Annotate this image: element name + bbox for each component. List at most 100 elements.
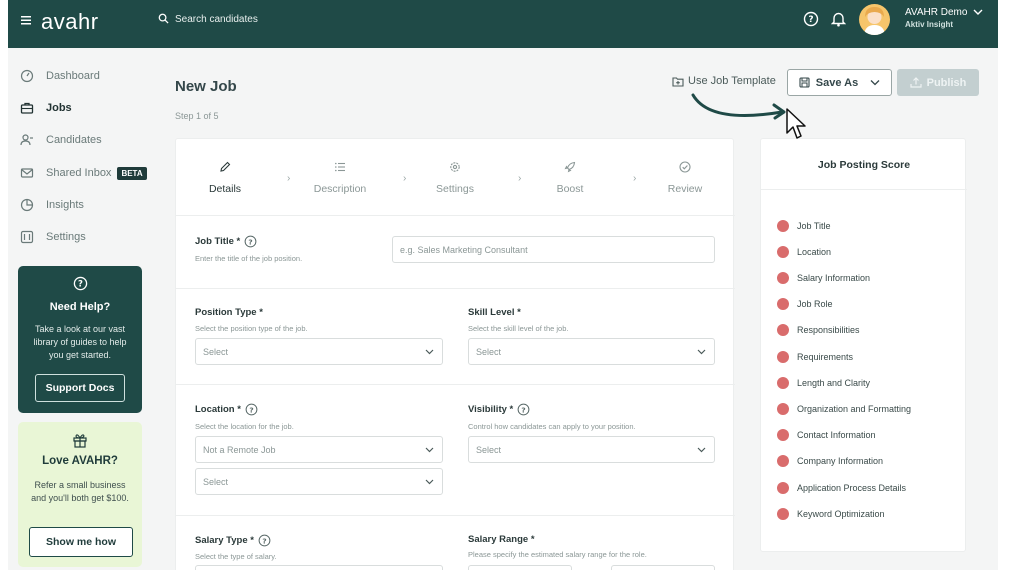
dashboard-icon <box>20 69 34 83</box>
mouse-cursor-icon <box>786 108 806 139</box>
tab-description[interactable]: Description <box>300 161 380 195</box>
status-dot <box>777 324 789 336</box>
salary-max-input[interactable] <box>611 565 715 570</box>
score-item-label: Responsibilities <box>797 325 860 335</box>
chevron-down-icon <box>697 349 706 355</box>
status-dot <box>777 482 789 494</box>
save-as-label: Save As <box>815 76 859 89</box>
score-item: Keyword Optimization <box>777 508 885 520</box>
briefcase-icon <box>20 102 34 114</box>
chevron-down-icon <box>425 349 434 355</box>
job-form-card: Details › Description › Settings › Boost… <box>175 138 735 570</box>
list-icon <box>335 162 345 172</box>
referral-body: Refer a small business and you'll both g… <box>31 480 129 503</box>
search-input[interactable]: Search candidates <box>175 14 258 25</box>
salary-range-help: Please specify the estimated salary rang… <box>468 550 647 559</box>
sidebar: Dashboard Jobs Candidates Shared Inbox B… <box>8 48 154 570</box>
visibility-value: Select <box>476 444 502 455</box>
job-title-input[interactable]: e.g. Sales Marketing Consultant <box>392 236 715 263</box>
step-separator: › <box>633 173 637 184</box>
salary-type-help: Select the type of salary. <box>195 552 277 561</box>
user-name[interactable]: AVAHR Demo <box>905 7 967 18</box>
status-dot <box>777 246 789 258</box>
sidebar-item-insights[interactable]: Insights <box>20 195 84 215</box>
help-circle-icon[interactable]: ? <box>245 403 258 416</box>
location-label: Location * ? <box>195 403 258 416</box>
score-item-label: Organization and Formatting <box>797 404 912 414</box>
job-title-help: Enter the title of the job position. <box>195 254 303 263</box>
visibility-select[interactable]: Select <box>468 436 715 463</box>
position-type-label-text: Position Type * <box>195 307 263 318</box>
tab-boost[interactable]: Boost <box>530 161 610 195</box>
upload-icon <box>910 77 922 88</box>
help-circle-icon[interactable]: ? <box>517 403 530 416</box>
publish-button[interactable]: Publish <box>897 69 979 96</box>
position-type-value: Select <box>203 346 229 357</box>
position-type-label: Position Type * <box>195 307 263 318</box>
referral-title: Love AVAHR? <box>42 455 118 467</box>
status-dot <box>777 429 789 441</box>
location-detail-value: Select <box>203 476 229 487</box>
tab-label: Details <box>208 183 242 195</box>
tab-label: Boost <box>556 183 584 195</box>
page-title: New Job <box>175 78 237 95</box>
save-as-button[interactable]: Save As <box>787 69 892 96</box>
chevron-down-icon <box>425 479 434 485</box>
score-item-label: Contact Information <box>797 430 876 440</box>
tab-label: Review <box>667 183 703 195</box>
skill-level-select[interactable]: Select <box>468 338 715 365</box>
location-select[interactable]: Not a Remote Job <box>195 436 443 463</box>
job-posting-score-panel: Job Posting Score Job Title Location Sal… <box>760 138 967 552</box>
skill-level-help: Select the skill level of the job. <box>468 324 569 333</box>
use-job-template-link[interactable]: Use Job Template <box>672 75 776 87</box>
tab-details[interactable]: Details <box>185 161 265 195</box>
svg-text:?: ? <box>808 15 813 25</box>
sidebar-item-label: Jobs <box>46 102 72 114</box>
sidebar-item-label: Settings <box>46 231 86 243</box>
divider <box>176 288 735 289</box>
beta-badge: BETA <box>117 166 147 180</box>
position-type-select[interactable]: Select <box>195 338 443 365</box>
status-dot <box>777 351 789 363</box>
sidebar-item-candidates[interactable]: Candidates <box>20 130 102 150</box>
score-item: Organization and Formatting <box>777 403 911 415</box>
candidates-icon <box>20 134 33 146</box>
status-dot <box>777 377 789 389</box>
chevron-down-icon[interactable] <box>973 8 983 16</box>
sidebar-item-jobs[interactable]: Jobs <box>20 98 72 118</box>
avatar[interactable] <box>859 4 890 35</box>
salary-type-label: Salary Type * ? <box>195 534 271 547</box>
sidebar-item-settings[interactable]: Settings <box>20 227 86 247</box>
svg-text:?: ? <box>78 279 83 289</box>
step-separator: › <box>403 173 407 184</box>
tab-review[interactable]: Review <box>645 161 725 195</box>
salary-type-select[interactable] <box>195 565 443 570</box>
sidebar-item-shared-inbox[interactable]: Shared Inbox BETA <box>20 163 147 183</box>
bell-icon[interactable] <box>831 11 846 27</box>
sidebar-item-label: Candidates <box>46 134 102 146</box>
status-dot <box>777 403 789 415</box>
step-separator: › <box>518 173 522 184</box>
location-value: Not a Remote Job <box>203 444 276 455</box>
sidebar-item-dashboard[interactable]: Dashboard <box>20 66 100 86</box>
help-icon[interactable]: ? <box>803 11 819 27</box>
gift-icon <box>73 434 87 448</box>
score-item: Requirements <box>777 351 853 363</box>
use-job-template-label: Use Job Template <box>688 75 776 87</box>
support-docs-button[interactable]: Support Docs <box>35 374 125 402</box>
location-detail-select[interactable]: Select <box>195 468 443 495</box>
tab-settings[interactable]: Settings <box>415 161 495 195</box>
app-logo[interactable]: avahr <box>41 9 99 35</box>
location-label-text: Location * <box>195 404 241 415</box>
chevron-down-icon <box>870 80 880 86</box>
settings-icon <box>20 230 34 244</box>
help-body: Take a look at our vast library of guide… <box>33 324 127 360</box>
score-item-label: Company Information <box>797 456 884 466</box>
salary-min-input[interactable] <box>468 565 572 570</box>
sidebar-item-label: Insights <box>46 199 84 211</box>
show-me-how-button[interactable]: Show me how <box>29 527 133 557</box>
help-circle-icon[interactable]: ? <box>258 534 271 547</box>
menu-icon[interactable] <box>20 14 32 26</box>
top-bar: avahr Search candidates ? AVAHR Demo Akt… <box>8 0 998 48</box>
help-circle-icon[interactable]: ? <box>244 235 257 248</box>
